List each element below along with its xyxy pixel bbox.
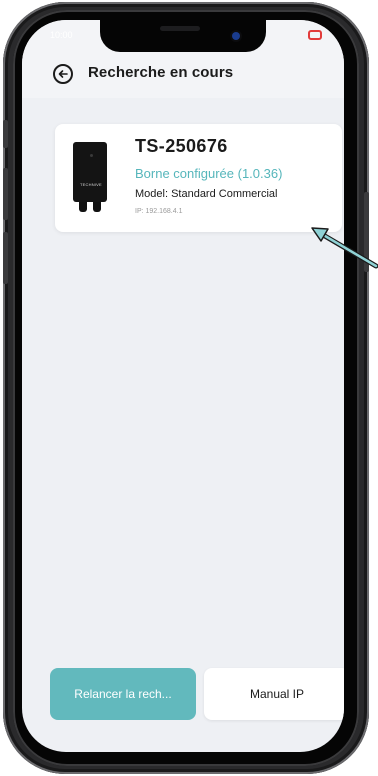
notch xyxy=(100,20,266,52)
page-title: Recherche en cours xyxy=(88,64,234,81)
cable-gland-left xyxy=(79,202,87,212)
device-ip: IP: 192.168.4.1 xyxy=(135,208,183,215)
device-image: TECHNIVE xyxy=(69,142,111,214)
speaker-grille xyxy=(160,26,200,31)
status-led xyxy=(90,154,93,157)
relaunch-search-button[interactable]: Relancer la rech... xyxy=(50,668,196,720)
device-model: Model: Standard Commercial xyxy=(135,188,278,200)
charger-body: TECHNIVE xyxy=(73,142,107,202)
manual-ip-button[interactable]: Manual IP xyxy=(204,668,344,720)
power-button xyxy=(364,192,369,272)
device-brand-label: TECHNIVE xyxy=(80,182,102,187)
back-button[interactable] xyxy=(53,64,73,84)
status-time: 10:00 xyxy=(50,30,73,40)
device-status: Borne configurée (1.0.36) xyxy=(135,166,283,181)
arrow-left-icon xyxy=(58,70,68,78)
cable-gland-right xyxy=(93,202,101,212)
battery-icon xyxy=(308,30,322,40)
app-screen: 10:00 Recherche en cours TECHNIVE TS-250… xyxy=(22,20,344,752)
volume-down-button xyxy=(3,232,8,284)
volume-up-button xyxy=(3,168,8,220)
mute-switch xyxy=(3,120,8,148)
device-name: TS-250676 xyxy=(135,136,228,156)
camera-icon xyxy=(232,32,240,40)
device-card[interactable]: TECHNIVE TS-250676 Borne configurée (1.0… xyxy=(55,124,342,232)
